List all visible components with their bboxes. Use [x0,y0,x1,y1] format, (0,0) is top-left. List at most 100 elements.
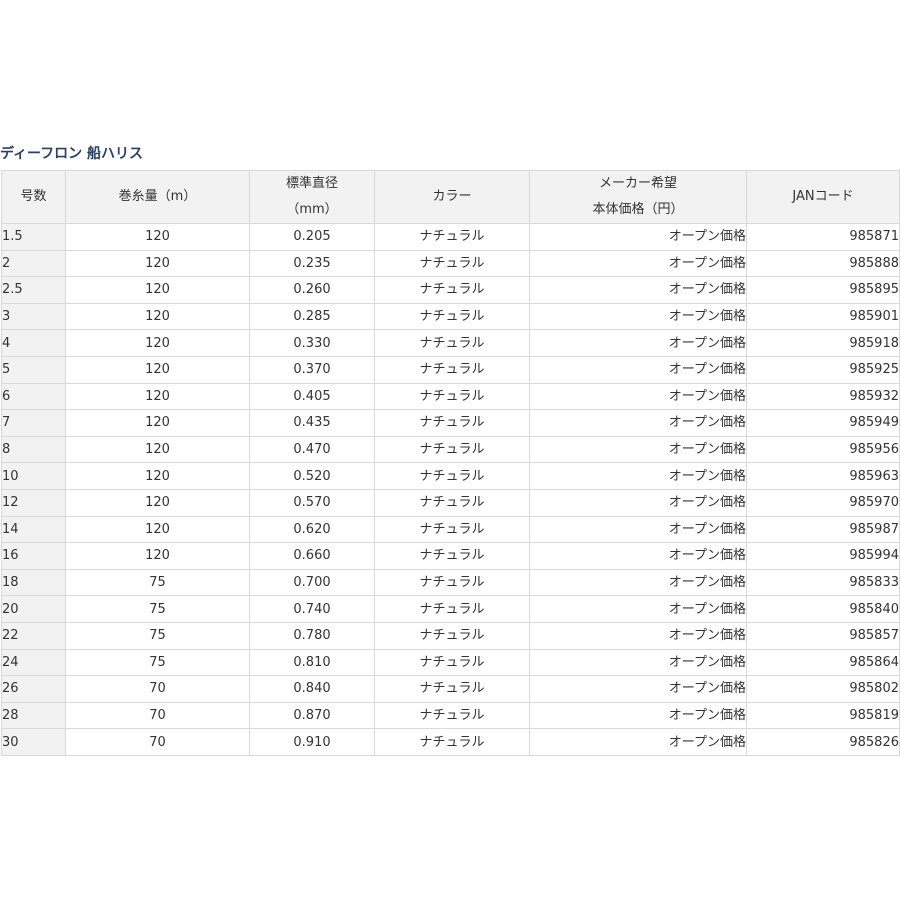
header-price-line1: メーカー希望 [598,176,677,191]
table-body: 1.5 120 0.205 ナチュラル オープン価格 985871 2 120 0.235 ナチュ… [1,223,900,756]
cell-color: ナチュラル [374,249,530,278]
cell-price: オープン価格 [529,675,747,703]
table-row: 20 75 0.740 ナチュラル オープン価格 985840 [1,595,900,623]
cell-price: オープン価格 [529,355,747,384]
cell-jan: 985833 [746,568,900,597]
cell-price: オープン価格 [529,223,747,251]
cell-number: 24 [1,648,66,677]
cell-jan: 985802 [746,675,900,703]
cell-number: 7 [1,409,66,437]
cell-length: 120 [65,249,250,278]
cell-jan: 985901 [746,302,900,331]
cell-color: ナチュラル [374,409,530,437]
cell-diameter: 0.405 [249,382,375,411]
cell-number: 1.5 [1,223,66,251]
cell-color: ナチュラル [374,648,530,677]
cell-number: 22 [1,621,66,650]
cell-jan: 985871 [746,223,900,251]
cell-diameter: 0.740 [249,595,375,623]
cell-color: ナチュラル [374,302,530,331]
cell-number: 6 [1,382,66,411]
cell-color: ナチュラル [374,223,530,251]
cell-color: ナチュラル [374,568,530,597]
cell-diameter: 0.620 [249,515,375,544]
cell-length: 120 [65,223,250,251]
table-row: 3 120 0.285 ナチュラル オープン価格 985901 [1,302,900,331]
cell-diameter: 0.910 [249,728,375,756]
table-row: 14 120 0.620 ナチュラル オープン価格 985987 [1,515,900,544]
cell-jan: 985857 [746,621,900,650]
cell-price: オープン価格 [529,435,747,464]
cell-diameter: 0.260 [249,276,375,304]
table-row: 30 70 0.910 ナチュラル オープン価格 985826 [1,728,900,756]
cell-color: ナチュラル [374,621,530,650]
cell-color: ナチュラル [374,701,530,730]
cell-number: 10 [1,462,66,490]
cell-number: 20 [1,595,66,623]
cell-length: 120 [65,302,250,331]
cell-length: 120 [65,462,250,490]
cell-jan: 985826 [746,728,900,756]
cell-jan: 985987 [746,515,900,544]
header-diameter-line1: 標準直径 [285,176,338,191]
cell-jan: 985895 [746,276,900,304]
header-jan: JANコード [746,170,900,224]
cell-price: オープン価格 [529,329,747,357]
cell-diameter: 0.700 [249,568,375,597]
cell-length: 120 [65,542,250,570]
cell-price: オープン価格 [529,701,747,730]
header-number: 号数 [1,170,66,224]
cell-number: 12 [1,488,66,517]
cell-diameter: 0.330 [249,329,375,357]
cell-length: 120 [65,488,250,517]
cell-length: 75 [65,595,250,623]
cell-number: 16 [1,542,66,570]
cell-length: 75 [65,568,250,597]
cell-price: オープン価格 [529,621,747,650]
table-row: 7 120 0.435 ナチュラル オープン価格 985949 [1,409,900,437]
table-row: 2 120 0.235 ナチュラル オープン価格 985888 [1,249,900,278]
cell-color: ナチュラル [374,595,530,623]
cell-color: ナチュラル [374,329,530,357]
table-row: 4 120 0.330 ナチュラル オープン価格 985918 [1,329,900,357]
cell-price: オープン価格 [529,648,747,677]
cell-number: 5 [1,355,66,384]
cell-number: 3 [1,302,66,331]
cell-color: ナチュラル [374,542,530,570]
cell-jan: 985932 [746,382,900,411]
cell-length: 120 [65,435,250,464]
table-row: 24 75 0.810 ナチュラル オープン価格 985864 [1,648,900,677]
cell-diameter: 0.780 [249,621,375,650]
cell-color: ナチュラル [374,276,530,304]
cell-diameter: 0.570 [249,488,375,517]
cell-price: オープン価格 [529,276,747,304]
cell-length: 70 [65,728,250,756]
cell-length: 120 [65,355,250,384]
cell-color: ナチュラル [374,355,530,384]
cell-price: オープン価格 [529,302,747,331]
cell-price: オープン価格 [529,728,747,756]
cell-price: オープン価格 [529,488,747,517]
cell-number: 2.5 [1,276,66,304]
cell-diameter: 0.810 [249,648,375,677]
cell-length: 120 [65,382,250,411]
cell-jan: 985864 [746,648,900,677]
cell-jan: 985888 [746,249,900,278]
table-row: 10 120 0.520 ナチュラル オープン価格 985963 [1,462,900,490]
table-row: 2.5 120 0.260 ナチュラル オープン価格 985895 [1,276,900,304]
cell-number: 8 [1,435,66,464]
cell-color: ナチュラル [374,675,530,703]
table-row: 28 70 0.870 ナチュラル オープン価格 985819 [1,701,900,730]
cell-price: オープン価格 [529,595,747,623]
cell-diameter: 0.470 [249,435,375,464]
cell-number: 14 [1,515,66,544]
cell-price: オープン価格 [529,515,747,544]
cell-diameter: 0.660 [249,542,375,570]
cell-jan: 985994 [746,542,900,570]
cell-number: 18 [1,568,66,597]
cell-color: ナチュラル [374,462,530,490]
product-title: ディーフロン 船ハリス [0,146,144,162]
cell-number: 30 [1,728,66,756]
cell-jan: 985840 [746,595,900,623]
cell-diameter: 0.435 [249,409,375,437]
